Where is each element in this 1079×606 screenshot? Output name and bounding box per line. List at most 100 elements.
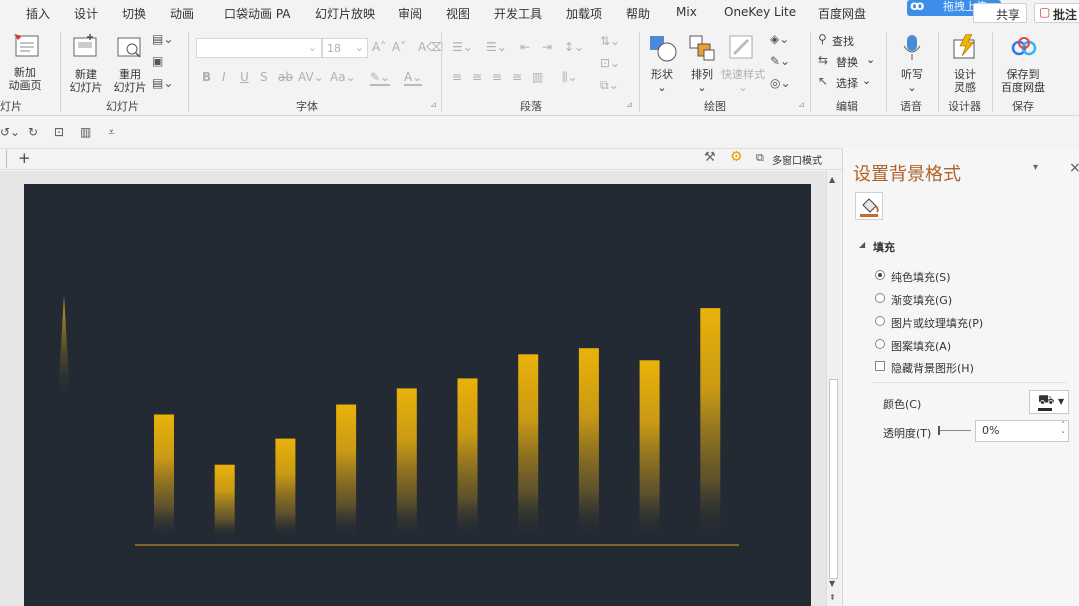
scroll-up-icon[interactable]: ▲	[829, 175, 835, 184]
group-label-voice: 语音	[900, 100, 922, 113]
menu-addins[interactable]: 加载项	[566, 5, 602, 22]
font-name-field[interactable]: ⌄	[196, 38, 322, 58]
italic-icon[interactable]: I	[222, 70, 226, 84]
align-left-icon[interactable]: ≡	[452, 70, 462, 84]
replace-icon: ⇆	[818, 53, 829, 67]
radio-label: 图片或纹理填充(P)	[891, 317, 984, 330]
font-size-field[interactable]: 18 ⌄	[322, 38, 368, 58]
menu-design[interactable]: 设计	[74, 5, 98, 22]
vertical-scrollbar[interactable]: ▲ ▼ ⇞	[826, 171, 840, 606]
dialog-launcher-icon[interactable]: ⊿	[626, 100, 633, 109]
increase-font-icon[interactable]: A˄	[372, 40, 386, 54]
underline-icon[interactable]: U	[240, 70, 249, 84]
new-slide-button[interactable]: 新建 幻灯片	[66, 30, 106, 94]
close-icon[interactable]: ×	[1069, 160, 1079, 176]
slide[interactable]	[24, 184, 811, 606]
bold-icon[interactable]: B	[202, 70, 211, 84]
font-color-icon[interactable]: A⌄	[404, 70, 423, 86]
decrease-font-icon[interactable]: A˅	[392, 40, 406, 54]
shape-outline-icon[interactable]: ✎⌄	[770, 54, 790, 68]
menu-insert[interactable]: 插入	[26, 5, 50, 22]
transparency-slider[interactable]	[938, 426, 971, 435]
menu-transitions[interactable]: 切换	[122, 5, 146, 22]
section-icon[interactable]: ▤⌄	[152, 76, 173, 90]
char-spacing-icon[interactable]: AV⌄	[298, 70, 324, 84]
hide-background-checkbox[interactable]: 隐藏背景图形(H)	[875, 359, 1065, 375]
comment-button[interactable]: ▢ 批注	[1034, 3, 1079, 23]
menu-developer[interactable]: 开发工具	[494, 5, 542, 22]
shadow-icon[interactable]: S	[260, 70, 268, 84]
share-button[interactable]: 共享	[973, 3, 1027, 23]
group-label-slides: 幻灯片	[106, 100, 139, 113]
strikethrough-icon[interactable]: ab	[278, 70, 293, 84]
prev-slide-icon[interactable]: ⇞	[829, 593, 836, 602]
radio-picture-fill[interactable]: 图片或纹理填充(P)	[875, 314, 1065, 330]
menu-onekey-lite[interactable]: OneKey Lite	[724, 5, 796, 19]
numbering-icon[interactable]: ☰⌄	[486, 40, 507, 54]
add-tab-icon[interactable]: +	[18, 149, 31, 167]
menu-review[interactable]: 审阅	[398, 5, 422, 22]
smartart-icon[interactable]: ⧉⌄	[600, 78, 619, 92]
shapes-label: 形状	[651, 68, 673, 81]
change-case-icon[interactable]: Aa⌄	[330, 70, 356, 84]
dictate-button[interactable]: 听写 ⌄	[894, 30, 930, 94]
highlight-icon[interactable]: ✎⌄	[370, 70, 391, 86]
bullets-icon[interactable]: ☰⌄	[452, 40, 473, 54]
distribute-icon[interactable]: ▥	[532, 70, 543, 84]
spin-down-icon[interactable]: ˅	[1062, 431, 1066, 439]
chart-icon[interactable]: ▥	[80, 125, 91, 139]
dialog-launcher-icon[interactable]: ⊿	[798, 100, 805, 109]
increase-indent-icon[interactable]: ⇥	[542, 40, 552, 54]
radio-pattern-fill[interactable]: 图案填充(A)	[875, 337, 1065, 353]
redo-icon[interactable]: ↻	[28, 125, 38, 139]
shape-fill-icon[interactable]: ◈⌄	[770, 32, 789, 46]
shapes-button[interactable]: 形状 ⌄	[646, 30, 680, 94]
fill-category-tab[interactable]	[855, 192, 883, 220]
select-button[interactable]: ↖ 选择 ⌄	[818, 74, 878, 90]
find-button[interactable]: ⚲ 查找	[818, 32, 878, 48]
menu-animations[interactable]: 动画	[170, 5, 194, 22]
decrease-indent-icon[interactable]: ⇤	[520, 40, 530, 54]
pane-options-icon[interactable]: ▾	[1033, 162, 1038, 173]
quick-styles-button[interactable]: 快速样式 ⌄	[720, 30, 766, 94]
collapse-triangle-icon[interactable]: ◢	[859, 240, 865, 249]
shape-effects-icon[interactable]: ◎⌄	[770, 76, 791, 90]
design-ideas-button[interactable]: 设计 灵感	[944, 30, 986, 94]
reuse-slide-button[interactable]: 重用 幻灯片	[112, 30, 150, 94]
dialog-launcher-icon[interactable]: ⊿	[430, 100, 437, 109]
radio-gradient-fill[interactable]: 渐变填充(G)	[875, 291, 1065, 307]
align-text-icon[interactable]: ⊡⌄	[600, 56, 620, 70]
arrange-button[interactable]: 排列 ⌄	[686, 30, 720, 94]
customize-qat-icon[interactable]: ⩡	[108, 125, 115, 139]
transparency-input[interactable]: 0% ˄ ˅	[975, 420, 1069, 442]
scroll-down-icon[interactable]: ▼	[829, 579, 835, 588]
columns-icon[interactable]: ⫼⌄	[562, 70, 578, 84]
justify-icon[interactable]: ≡	[512, 70, 522, 84]
line-spacing-icon[interactable]: ↕⌄	[564, 40, 584, 54]
layout-icon[interactable]: ▤⌄	[152, 32, 173, 46]
undo-icon[interactable]: ↺⌄	[0, 125, 20, 139]
menu-pocket-animation[interactable]: 口袋动画 PA	[224, 5, 291, 22]
save-to-baidu-button[interactable]: 保存到 百度网盘	[998, 30, 1048, 94]
slider-thumb[interactable]	[938, 426, 940, 435]
menu-view[interactable]: 视图	[446, 5, 470, 22]
menu-help[interactable]: 帮助	[626, 5, 650, 22]
menu-baidu-netdisk[interactable]: 百度网盘	[818, 5, 866, 22]
scroll-thumb[interactable]	[829, 379, 838, 579]
spin-up-icon[interactable]: ˄	[1062, 421, 1066, 429]
clear-format-icon[interactable]: A⌫	[418, 40, 443, 54]
menu-slideshow[interactable]: 幻灯片放映	[315, 5, 375, 22]
color-picker-button[interactable]: ⛟ ▼	[1029, 390, 1069, 414]
text-direction-icon[interactable]: ⇅⌄	[600, 34, 620, 48]
present-icon[interactable]: ⊡	[54, 125, 64, 139]
pin-icon[interactable]: ⚒	[704, 150, 716, 165]
radio-solid-fill[interactable]: 纯色填充(S)	[875, 268, 1065, 284]
reset-icon[interactable]: ▣	[152, 54, 163, 68]
menu-mix[interactable]: Mix	[676, 5, 697, 19]
align-right-icon[interactable]: ≡	[492, 70, 502, 84]
align-center-icon[interactable]: ≡	[472, 70, 482, 84]
multi-window-button[interactable]: ⧉ 多窗口模式	[756, 151, 836, 167]
new-animation-page-button[interactable]: 新加 动画页	[8, 30, 48, 92]
settings-gear-icon[interactable]: ⚙	[730, 149, 743, 165]
replace-button[interactable]: ⇆ 替换 ⌄	[818, 53, 878, 69]
